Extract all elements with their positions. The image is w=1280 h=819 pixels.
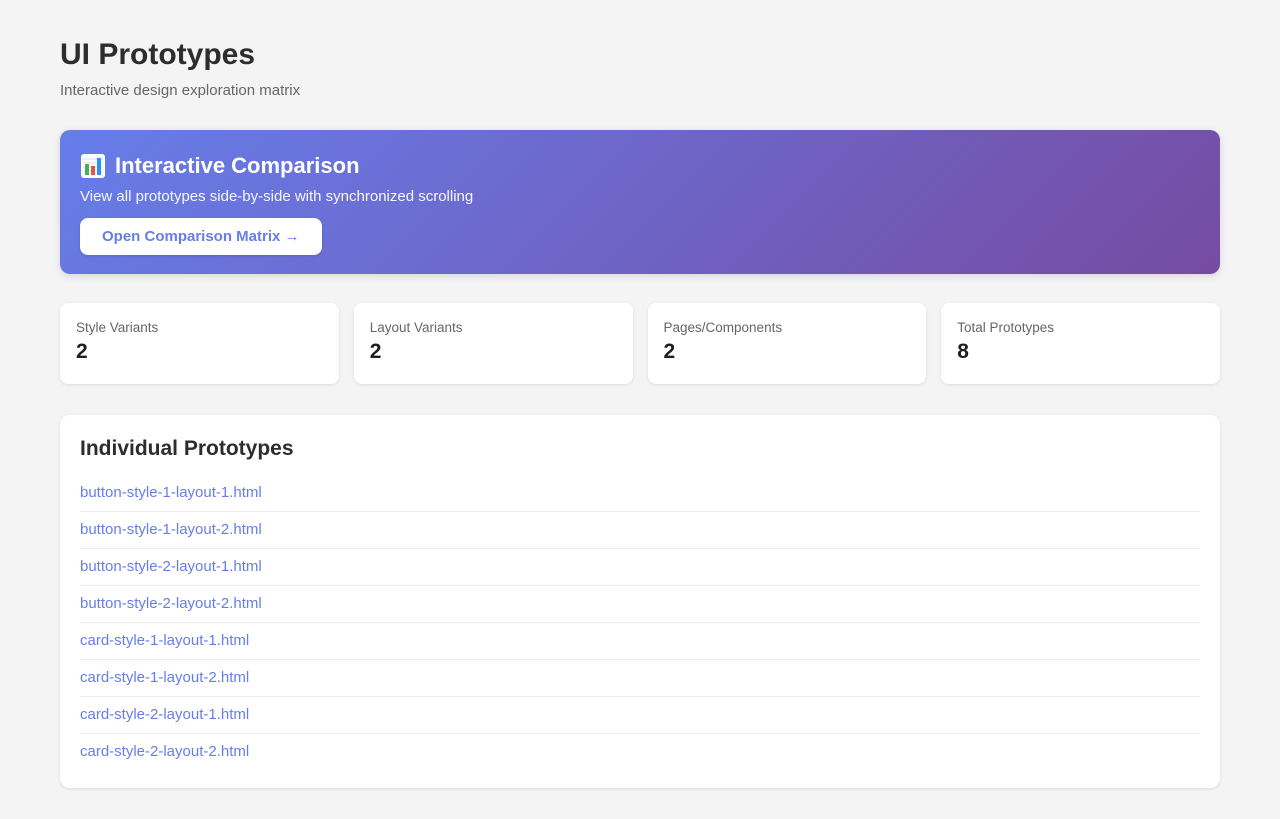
stat-value: 2 bbox=[664, 340, 911, 364]
stat-label: Pages/Components bbox=[664, 320, 911, 335]
stat-card-total-prototypes: Total Prototypes 8 bbox=[941, 303, 1220, 384]
list-item: button-style-2-layout-1.html bbox=[80, 549, 1200, 586]
page-container: UI Prototypes Interactive design explora… bbox=[60, 0, 1220, 788]
prototype-link[interactable]: button-style-2-layout-2.html bbox=[80, 595, 262, 612]
banner-description: View all prototypes side-by-side with sy… bbox=[80, 188, 1200, 205]
prototype-link[interactable]: button-style-1-layout-1.html bbox=[80, 484, 262, 501]
stat-label: Total Prototypes bbox=[957, 320, 1204, 335]
stat-label: Layout Variants bbox=[370, 320, 617, 335]
prototype-link[interactable]: button-style-2-layout-1.html bbox=[80, 558, 262, 575]
list-item: card-style-2-layout-1.html bbox=[80, 697, 1200, 734]
page-subtitle: Interactive design exploration matrix bbox=[60, 82, 1220, 99]
stat-card-style-variants: Style Variants 2 bbox=[60, 303, 339, 384]
prototype-link[interactable]: card-style-1-layout-2.html bbox=[80, 669, 249, 686]
banner-title-text: Interactive Comparison bbox=[115, 153, 360, 179]
prototype-link[interactable]: card-style-1-layout-1.html bbox=[80, 632, 249, 649]
list-item: card-style-2-layout-2.html bbox=[80, 734, 1200, 770]
comparison-banner: Interactive Comparison View all prototyp… bbox=[60, 130, 1220, 274]
banner-title: Interactive Comparison bbox=[80, 153, 1200, 179]
stat-card-pages-components: Pages/Components 2 bbox=[648, 303, 927, 384]
stat-value: 2 bbox=[76, 340, 323, 364]
list-item: button-style-2-layout-2.html bbox=[80, 586, 1200, 623]
individual-prototypes-title: Individual Prototypes bbox=[80, 437, 1200, 461]
stats-row: Style Variants 2 Layout Variants 2 Pages… bbox=[60, 303, 1220, 384]
list-item: card-style-1-layout-1.html bbox=[80, 623, 1200, 660]
list-item: card-style-1-layout-2.html bbox=[80, 660, 1200, 697]
list-item: button-style-1-layout-1.html bbox=[80, 475, 1200, 512]
prototype-link[interactable]: card-style-2-layout-1.html bbox=[80, 706, 249, 723]
open-comparison-button[interactable]: Open Comparison Matrix → bbox=[80, 218, 322, 255]
stat-value: 8 bbox=[957, 340, 1204, 364]
stat-value: 2 bbox=[370, 340, 617, 364]
prototype-link[interactable]: button-style-1-layout-2.html bbox=[80, 521, 262, 538]
list-item: button-style-1-layout-2.html bbox=[80, 512, 1200, 549]
stat-card-layout-variants: Layout Variants 2 bbox=[354, 303, 633, 384]
prototype-link[interactable]: card-style-2-layout-2.html bbox=[80, 743, 249, 760]
stat-label: Style Variants bbox=[76, 320, 323, 335]
page-title: UI Prototypes bbox=[60, 38, 1220, 72]
bar-chart-icon bbox=[80, 153, 106, 179]
individual-prototypes-card: Individual Prototypes button-style-1-lay… bbox=[60, 415, 1220, 788]
